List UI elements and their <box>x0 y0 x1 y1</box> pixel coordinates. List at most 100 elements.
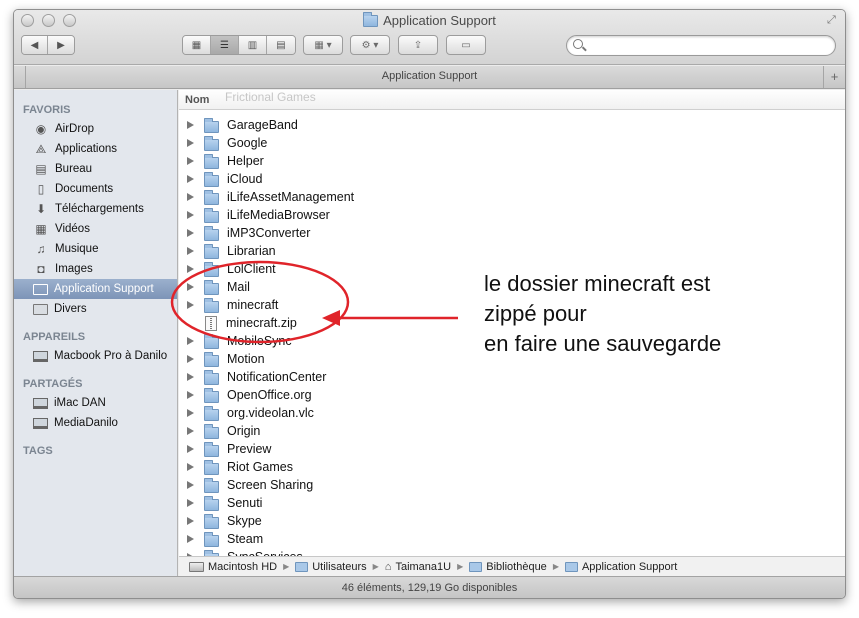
path-item-bibliotheque[interactable]: Bibliothèque <box>469 561 547 573</box>
disclosure-triangle-icon[interactable] <box>187 427 194 435</box>
disclosure-triangle-icon[interactable] <box>187 301 194 309</box>
folder-row[interactable]: Google <box>179 134 845 152</box>
folder-icon <box>204 262 219 277</box>
folder-row[interactable]: NotificationCenter <box>179 368 845 386</box>
sidebar-item-mediadanilo[interactable]: MediaDanilo <box>14 413 177 433</box>
folder-icon <box>295 561 309 572</box>
folder-icon <box>204 172 219 187</box>
coverflow-view-icon[interactable]: ▤ <box>267 36 295 54</box>
arrange-button[interactable]: ▦ ▾ <box>303 35 343 55</box>
folder-row[interactable]: Senuti <box>179 494 845 512</box>
row-label: minecraft.zip <box>226 316 297 330</box>
path-item-utilisateurs[interactable]: Utilisateurs <box>295 561 367 573</box>
new-tab-button[interactable]: + <box>823 66 845 88</box>
folder-row[interactable]: Origin <box>179 422 845 440</box>
disclosure-triangle-icon[interactable] <box>187 463 194 471</box>
sidebar: FAVORIS ◉ AirDrop ⟁ Applications ▤ Burea… <box>14 90 178 583</box>
column-header-name[interactable]: Nom <box>185 94 209 106</box>
folder-icon <box>204 442 219 457</box>
applications-icon: ⟁ <box>35 142 47 156</box>
tab-application-support[interactable]: Application Support <box>14 70 845 82</box>
tag-icon: ▭ <box>461 39 471 51</box>
downloads-icon: ⬇ <box>35 202 47 216</box>
folder-row[interactable]: OpenOffice.org <box>179 386 845 404</box>
folder-row[interactable]: Steam <box>179 530 845 548</box>
sidebar-item-documents[interactable]: ▯ Documents <box>14 179 177 199</box>
path-item-application-support[interactable]: Application Support <box>564 561 677 573</box>
sidebar-item-applications[interactable]: ⟁ Applications <box>14 139 177 159</box>
folder-row[interactable]: Screen Sharing <box>179 476 845 494</box>
disclosure-triangle-icon[interactable] <box>187 139 194 147</box>
disclosure-triangle-icon[interactable] <box>187 517 194 525</box>
disclosure-triangle-icon[interactable] <box>187 175 194 183</box>
folder-row[interactable]: Skype <box>179 512 845 530</box>
action-button[interactable]: ⚙ ▾ <box>350 35 390 55</box>
sidebar-header-favorites: FAVORIS <box>23 104 71 116</box>
disclosure-triangle-icon[interactable] <box>187 391 194 399</box>
tags-button[interactable]: ▭ <box>446 35 486 55</box>
search-field[interactable] <box>566 35 836 56</box>
search-input[interactable] <box>589 38 829 53</box>
sidebar-item-musique[interactable]: ♫ Musique <box>14 239 177 259</box>
row-label: iLifeMediaBrowser <box>227 208 330 222</box>
disclosure-triangle-icon[interactable] <box>187 499 194 507</box>
disclosure-triangle-icon[interactable] <box>187 157 194 165</box>
icon-view-icon[interactable]: ▦ <box>183 36 211 54</box>
search-icon <box>573 39 583 49</box>
folder-row[interactable]: org.videolan.vlc <box>179 404 845 422</box>
folder-row[interactable]: SyncServices <box>179 548 845 556</box>
disclosure-triangle-icon[interactable] <box>187 229 194 237</box>
column-view-icon[interactable]: ▥ <box>239 36 267 54</box>
airdrop-icon: ◉ <box>35 122 47 136</box>
disclosure-triangle-icon[interactable] <box>187 409 194 417</box>
fullscreen-icon[interactable]: ⤢ <box>827 14 839 26</box>
folder-row[interactable]: iCloud <box>179 170 845 188</box>
sidebar-item-application-support[interactable]: Application Support <box>14 279 177 299</box>
disclosure-triangle-icon[interactable] <box>187 211 194 219</box>
row-label: minecraft <box>227 298 279 312</box>
folder-row[interactable]: Riot Games <box>179 458 845 476</box>
folder-icon <box>204 280 219 295</box>
sidebar-item-telechargements[interactable]: ⬇ Téléchargements <box>14 199 177 219</box>
folder-icon <box>204 478 219 493</box>
sidebar-item-macbook[interactable]: Macbook Pro à Danilo <box>14 346 177 366</box>
folder-row[interactable]: Preview <box>179 440 845 458</box>
disclosure-triangle-icon[interactable] <box>187 337 194 345</box>
disclosure-triangle-icon[interactable] <box>187 121 194 129</box>
disclosure-triangle-icon[interactable] <box>187 283 194 291</box>
sidebar-item-videos[interactable]: ▦ Vidéos <box>14 219 177 239</box>
list-view-icon[interactable]: ☰ <box>211 36 239 54</box>
zip-file-icon <box>205 315 217 331</box>
disclosure-triangle-icon[interactable] <box>187 445 194 453</box>
row-label: MobileSync <box>227 334 292 348</box>
annotation-text: le dossier minecraft est zippé pour en f… <box>484 271 722 356</box>
disclosure-triangle-icon[interactable] <box>187 535 194 543</box>
hard-drive-icon <box>189 561 204 572</box>
row-label: Skype <box>227 514 262 528</box>
folder-row[interactable]: Librarian <box>179 242 845 260</box>
folder-row[interactable]: iMP3Converter <box>179 224 845 242</box>
folder-row[interactable]: GarageBand <box>179 116 845 134</box>
share-button[interactable]: ⇪ <box>398 35 438 55</box>
sidebar-item-divers[interactable]: Divers <box>14 299 177 319</box>
disclosure-triangle-icon[interactable] <box>187 373 194 381</box>
path-item-taimana1u[interactable]: ⌂ Taimana1U <box>385 561 451 573</box>
disclosure-triangle-icon[interactable] <box>187 247 194 255</box>
sidebar-item-airdrop[interactable]: ◉ AirDrop <box>14 119 177 139</box>
movies-icon: ▦ <box>35 222 47 236</box>
sidebar-item-images[interactable]: ◘ Images <box>14 259 177 279</box>
sidebar-item-bureau[interactable]: ▤ Bureau <box>14 159 177 179</box>
disclosure-triangle-icon[interactable] <box>187 265 194 273</box>
path-separator-icon: ▶ <box>283 562 290 571</box>
path-item-macintosh-hd[interactable]: Macintosh HD <box>189 561 277 573</box>
folder-row[interactable]: iLifeMediaBrowser <box>179 206 845 224</box>
folder-row[interactable]: Helper <box>179 152 845 170</box>
sidebar-item-imac-dan[interactable]: iMac DAN <box>14 393 177 413</box>
back-button[interactable]: ◀ <box>22 36 48 54</box>
disclosure-triangle-icon[interactable] <box>187 355 194 363</box>
folder-icon <box>33 283 48 295</box>
disclosure-triangle-icon[interactable] <box>187 481 194 489</box>
forward-button[interactable]: ▶ <box>48 36 74 54</box>
folder-row[interactable]: iLifeAssetManagement <box>179 188 845 206</box>
disclosure-triangle-icon[interactable] <box>187 193 194 201</box>
